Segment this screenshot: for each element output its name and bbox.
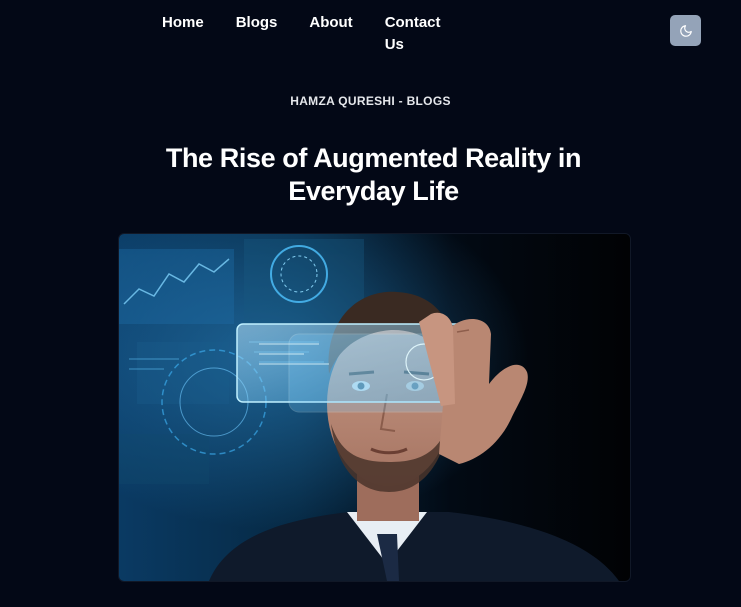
moon-icon: [679, 24, 692, 37]
nav-home-link[interactable]: Home: [162, 12, 204, 34]
theme-toggle-button[interactable]: [670, 15, 701, 46]
main-nav: Home Blogs About Contact Us: [162, 12, 447, 56]
blog-page: Home Blogs About Contact Us HAMZA QURESH…: [0, 0, 741, 607]
nav-contact-link[interactable]: Contact Us: [385, 12, 447, 56]
nav-blogs-link[interactable]: Blogs: [236, 12, 278, 34]
post-kicker: HAMZA QURESHI - BLOGS: [290, 94, 451, 108]
nav-about-link[interactable]: About: [309, 12, 352, 34]
post-title: The Rise of Augmented Reality in Everyda…: [165, 143, 582, 206]
hero-image: [118, 233, 631, 582]
